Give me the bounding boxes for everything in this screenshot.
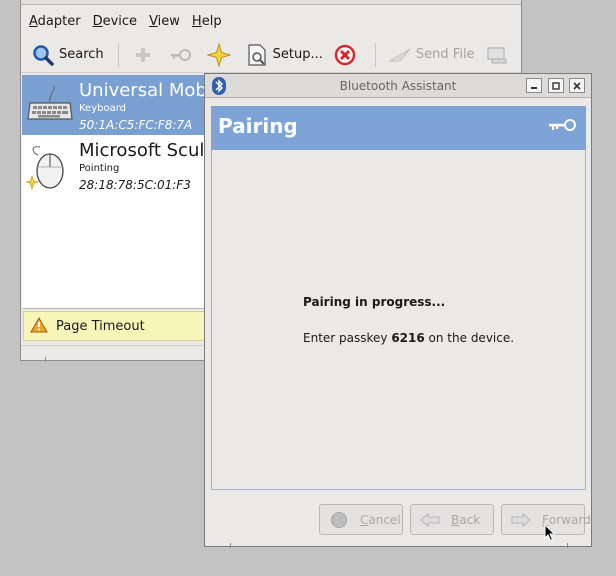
send-file-label: Send File [415, 47, 475, 62]
device-address: 28:18:78:5C:01:F3 [79, 178, 191, 192]
dialog-content: Pairing in progress... Enter passkey 621… [211, 150, 586, 490]
setup-button-label: Setup... [272, 47, 323, 62]
menu-mnemonic: H [191, 13, 202, 29]
menu-label: iew [157, 13, 180, 29]
bluetooth-assistant-dialog: Bluetooth Assistant Pairing Pairing in p… [204, 73, 592, 548]
back-button[interactable]: Back [410, 504, 494, 535]
plus-icon [131, 43, 155, 67]
instruction-prefix: Enter passkey [303, 331, 392, 345]
statusbar-divider [45, 357, 46, 362]
mouse-cursor-icon [544, 523, 556, 545]
cancel-mnemonic: C [360, 512, 369, 527]
send-file-icon [388, 43, 412, 67]
menu-label: elp [201, 13, 222, 29]
cancel-label: ancel [368, 512, 401, 527]
pairing-instruction: Enter passkey 6216 on the device. [303, 331, 514, 345]
menu-mnemonic: A [29, 13, 38, 29]
add-button[interactable] [127, 40, 163, 70]
dialog-titlebar[interactable]: Bluetooth Assistant [205, 74, 591, 98]
menu-help[interactable]: Help [186, 11, 228, 32]
menu-device[interactable]: Device [87, 11, 143, 32]
browse-device-icon [485, 43, 509, 67]
star-icon [206, 42, 231, 67]
dialog-maximize-button[interactable] [548, 78, 564, 93]
menu-mnemonic: D [92, 13, 103, 29]
menu-label: evice [102, 13, 138, 29]
menu-adapter[interactable]: Adapter [23, 11, 87, 32]
toolbar: Search Setup... Send File [21, 37, 521, 73]
menu-view[interactable]: View [143, 11, 186, 32]
pairing-heading: Pairing in progress... [303, 295, 446, 309]
forward-arrow-icon [510, 510, 532, 530]
search-button-label: Search [59, 47, 104, 62]
cancel-button[interactable]: Cancel [319, 504, 403, 535]
browse-button[interactable] [481, 40, 517, 70]
back-mnemonic: B [451, 512, 460, 527]
keyboard-icon [26, 83, 74, 131]
trust-button[interactable] [203, 40, 239, 70]
search-button[interactable]: Search [27, 40, 108, 70]
toolbar-separator [117, 42, 119, 67]
key-icon [548, 118, 578, 135]
instruction-suffix: on the device. [424, 331, 515, 345]
toolbar-separator [374, 42, 376, 67]
menubar: Adapter Device View Help [21, 9, 521, 33]
remove-icon [333, 43, 357, 67]
cancel-icon [328, 510, 350, 530]
menu-mnemonic: V [149, 13, 158, 29]
device-type: Pointing [79, 163, 120, 174]
infobar-message: Page Timeout [56, 318, 145, 334]
device-address: 50:1A:C5:FC:F8:7A [79, 118, 193, 132]
dialog-minimize-button[interactable] [526, 78, 542, 93]
key-icon [169, 43, 193, 67]
search-icon [31, 43, 55, 67]
main-titlebar [21, 0, 521, 5]
back-label: ack [459, 512, 481, 527]
dialog-header-title: Pairing [218, 114, 298, 138]
forward-button[interactable]: Forward [501, 504, 591, 535]
dialog-bottom-divider [230, 543, 231, 548]
warning-icon [30, 316, 48, 336]
mouse-icon [25, 143, 74, 191]
dialog-header: Pairing [211, 106, 586, 150]
remove-button[interactable] [329, 40, 365, 70]
setup-button[interactable]: Setup... [241, 40, 327, 70]
dialog-close-button[interactable] [569, 78, 585, 93]
menu-label: dapter [37, 13, 81, 29]
setup-icon [245, 43, 269, 67]
device-type: Keyboard [79, 103, 127, 114]
pair-button[interactable] [165, 40, 201, 70]
dialog-bottom-divider [567, 543, 568, 548]
passkey-value: 6216 [391, 331, 425, 345]
send-file-button[interactable]: Send File [384, 40, 479, 70]
back-arrow-icon [419, 510, 441, 530]
